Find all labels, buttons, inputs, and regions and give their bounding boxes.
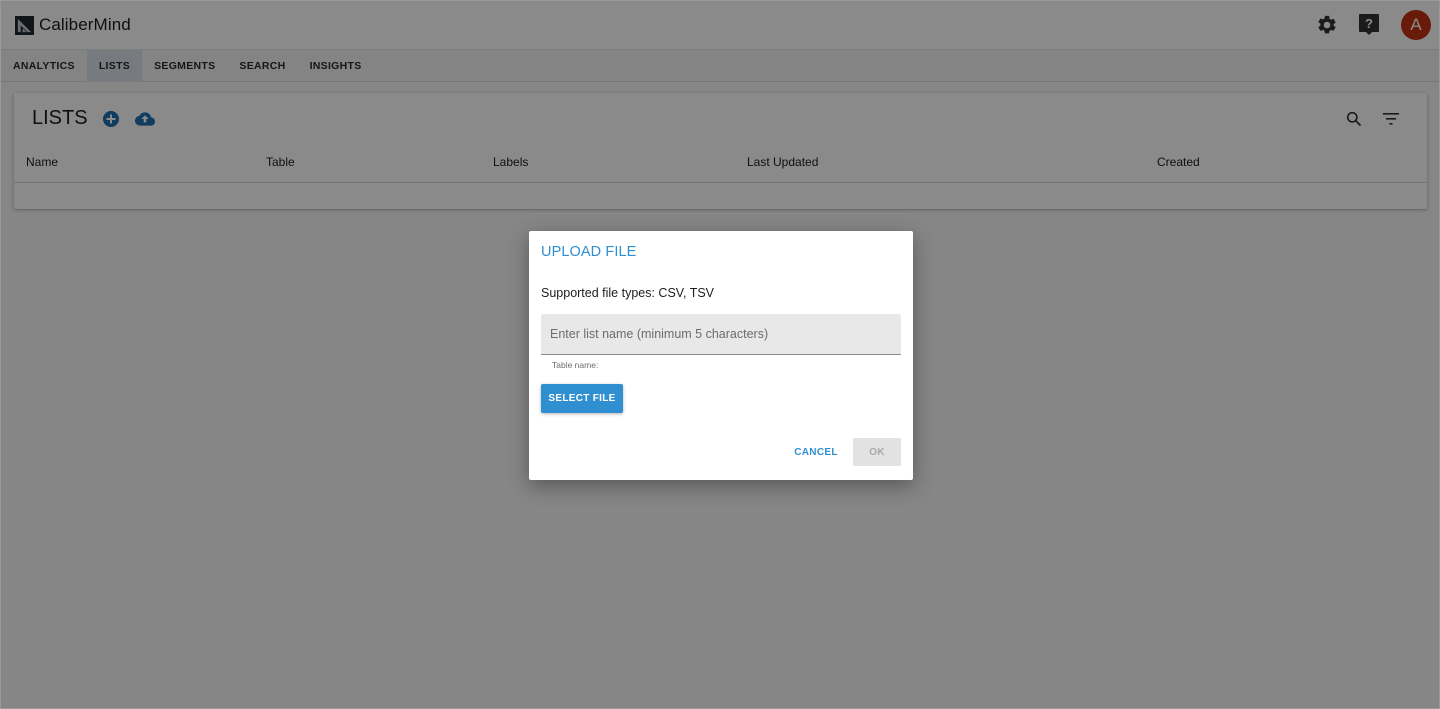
table-name-helper: Table name:: [552, 360, 599, 370]
dialog-title: UPLOAD FILE: [541, 244, 637, 260]
ok-button[interactable]: OK: [853, 438, 901, 466]
supported-file-types: Supported file types: CSV, TSV: [541, 286, 715, 300]
upload-file-dialog: UPLOAD FILE Supported file types: CSV, T…: [529, 231, 913, 480]
cancel-button[interactable]: CANCEL: [788, 438, 844, 466]
list-name-input[interactable]: [541, 314, 901, 355]
select-file-button[interactable]: SELECT FILE: [541, 384, 623, 413]
app-window: CaliberMind ? A ANALYTICS LISTS SEGMENTS…: [0, 0, 1440, 709]
